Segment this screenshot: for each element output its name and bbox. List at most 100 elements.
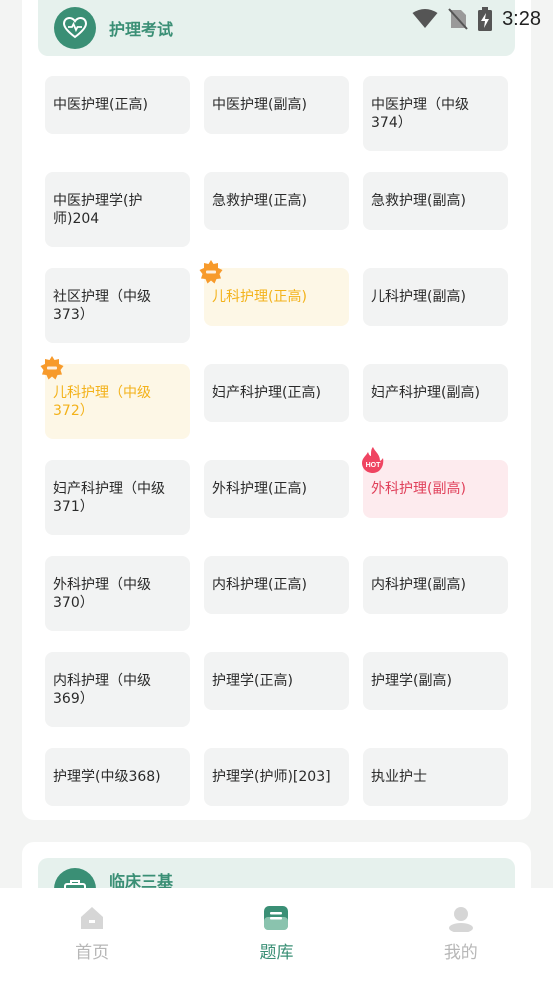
grid-cell: 内科护理(正高) [204, 556, 349, 652]
exam-item[interactable]: 护理学(中级368) [45, 748, 190, 806]
exam-item[interactable]: 护理学(护师)[203] [204, 748, 349, 806]
exam-item[interactable]: 儿科护理(正高) [204, 268, 349, 326]
exam-item-label-line: 内科护理（中级 [53, 672, 151, 689]
exam-item-label-line: 中医护理学(护 [53, 192, 143, 209]
exam-item-label-line: 儿科护理(正高) [212, 289, 307, 305]
exam-item-label: 外科护理（中级 370） [53, 576, 151, 612]
exam-item-label: 急救护理(正高) [212, 192, 307, 210]
svg-text:HOT: HOT [366, 462, 382, 469]
exam-item-label: 护理学(中级368) [53, 768, 161, 786]
exam-item-label: 内科护理(副高) [371, 576, 466, 594]
app-screen: 3:28 护理考试 中医护理(正高) 中医护理(副高) 中医护理（中级 374） 中医护… [0, 0, 553, 983]
exam-grid: 中医护理(正高) 中医护理(副高) 中医护理（中级 374） 中医护理学(护 师)204 急… [40, 76, 508, 844]
exam-item[interactable]: 儿科护理(副高) [363, 268, 508, 326]
exam-item-label-line: 371） [53, 498, 94, 515]
exam-item-label-line: 中医护理(副高) [212, 97, 307, 113]
section-card-nursing-exam: 护理考试 中医护理(正高) 中医护理(副高) 中医护理（中级 374） 中医护理学(护师… [22, 0, 531, 820]
no-sim-icon [448, 8, 468, 30]
exam-item-label-line: 妇产科护理(副高) [371, 385, 480, 401]
exam-item-label-line: 护理学(中级368) [53, 769, 161, 785]
question-bank-icon [264, 906, 289, 930]
home-icon [81, 907, 104, 929]
exam-item-label-line: 370） [53, 594, 94, 611]
exam-item[interactable]: 中医护理学(护 师)204 [45, 172, 190, 247]
status-time: 3:28 [502, 7, 541, 30]
exam-item-label: 社区护理（中级 373） [53, 288, 151, 324]
exam-item-label-line: 外科护理（中级 [53, 576, 151, 593]
exam-item[interactable]: 内科护理(正高) [204, 556, 349, 614]
exam-item-label: 护理学(副高) [371, 672, 452, 690]
hot-badge-icon: HOT [361, 446, 385, 474]
exam-item[interactable]: 内科护理(副高) [363, 556, 508, 614]
exam-item-label: 中医护理(正高) [53, 96, 148, 114]
grid-cell: 护理学(中级368) [45, 748, 190, 844]
nav-label: 首页 [75, 943, 110, 963]
grid-cell: 中医护理（中级 374） [363, 76, 508, 172]
grid-cell: 护理学(正高) [204, 652, 349, 748]
recommend-badge-icon [199, 260, 223, 284]
grid-cell: 外科护理(正高) [204, 460, 349, 556]
exam-item-label-line: 内科护理(正高) [212, 577, 307, 593]
grid-cell: 执业护士 [363, 748, 508, 844]
exam-item-label: 儿科护理（中级 372） [53, 384, 151, 420]
exam-item-label: 外科护理(正高) [212, 480, 307, 498]
exam-item[interactable]: 中医护理(副高) [204, 76, 349, 134]
exam-item[interactable]: 外科护理（中级 370） [45, 556, 190, 631]
exam-item-label-line: 社区护理（中级 [53, 288, 151, 305]
exam-item-label: 妇产科护理(副高) [371, 384, 480, 402]
exam-item-label: 内科护理（中级 369） [53, 672, 151, 708]
status-bar: 3:28 [333, 0, 553, 38]
exam-item-label-line: 护理学(护师)[203] [212, 769, 331, 785]
exam-item-label-line: 师)204 [53, 210, 100, 227]
grid-cell: 外科护理（中级 370） [45, 556, 190, 652]
exam-item[interactable]: 外科护理(正高) [204, 460, 349, 518]
exam-item[interactable]: 护理学(副高) [363, 652, 508, 710]
exam-item-label: 执业护士 [371, 768, 427, 786]
exam-item[interactable]: 护理学(正高) [204, 652, 349, 710]
grid-cell: 护理学(副高) [363, 652, 508, 748]
exam-item[interactable]: 社区护理（中级 373） [45, 268, 190, 343]
exam-item-label-line: 中医护理(正高) [53, 97, 148, 113]
exam-item-label: 外科护理(副高) [371, 480, 466, 498]
exam-item-label: 护理学(护师)[203] [212, 768, 331, 786]
nav-item-question-bank[interactable]: 题库 [184, 888, 368, 983]
exam-item[interactable]: 妇产科护理（中级 371） [45, 460, 190, 535]
exam-item-label-line: 儿科护理（中级 [53, 384, 151, 401]
exam-item[interactable]: 执业护士 [363, 748, 508, 806]
nav-item-home[interactable]: 首页 [0, 888, 184, 983]
exam-item-label: 中医护理（中级 374） [371, 96, 469, 132]
battery-charging-icon [478, 7, 493, 31]
grid-cell: 妇产科护理（中级 371） [45, 460, 190, 556]
exam-item-label-line: 374） [371, 114, 412, 131]
exam-item-label-line: 护理学(正高) [212, 673, 293, 689]
grid-cell: 外科护理(副高) HOT [362, 447, 508, 556]
exam-item-label-line: 373） [53, 306, 94, 323]
exam-item[interactable]: 中医护理（中级 374） [363, 76, 508, 151]
grid-cell: 社区护理（中级 373） [45, 268, 190, 364]
exam-item[interactable]: 内科护理（中级 369） [45, 652, 190, 727]
exam-item[interactable]: 儿科护理（中级 372） [45, 364, 190, 439]
exam-item[interactable]: 急救护理(正高) [204, 172, 349, 230]
exam-item[interactable]: 中医护理(正高) [45, 76, 190, 134]
exam-item[interactable]: 妇产科护理(副高) [363, 364, 508, 422]
exam-item-label-line: 急救护理(副高) [371, 193, 466, 209]
grid-cell: 内科护理(副高) [363, 556, 508, 652]
exam-item[interactable]: 妇产科护理(正高) [204, 364, 349, 422]
grid-cell: 急救护理(正高) [204, 172, 349, 268]
exam-item[interactable]: 急救护理(副高) [363, 172, 508, 230]
exam-item-label-line: 内科护理(副高) [371, 577, 466, 593]
heart-pulse-icon [54, 7, 96, 49]
exam-item-label-line: 妇产科护理(正高) [212, 385, 321, 401]
grid-cell: 中医护理(副高) [204, 76, 349, 172]
exam-item-label-line: 儿科护理(副高) [371, 289, 466, 305]
grid-cell: 中医护理(正高) [45, 76, 190, 172]
exam-item-label: 内科护理(正高) [212, 576, 307, 594]
wifi-icon [412, 9, 438, 28]
nav-item-profile[interactable]: 我的 [369, 888, 553, 983]
exam-item-label: 妇产科护理（中级 371） [53, 480, 165, 516]
exam-item-label: 妇产科护理(正高) [212, 384, 321, 402]
grid-cell: 护理学(护师)[203] [204, 748, 349, 844]
grid-cell: 急救护理(副高) [363, 172, 508, 268]
exam-item-label-line: 372） [53, 402, 94, 419]
grid-cell: 内科护理（中级 369） [45, 652, 190, 748]
